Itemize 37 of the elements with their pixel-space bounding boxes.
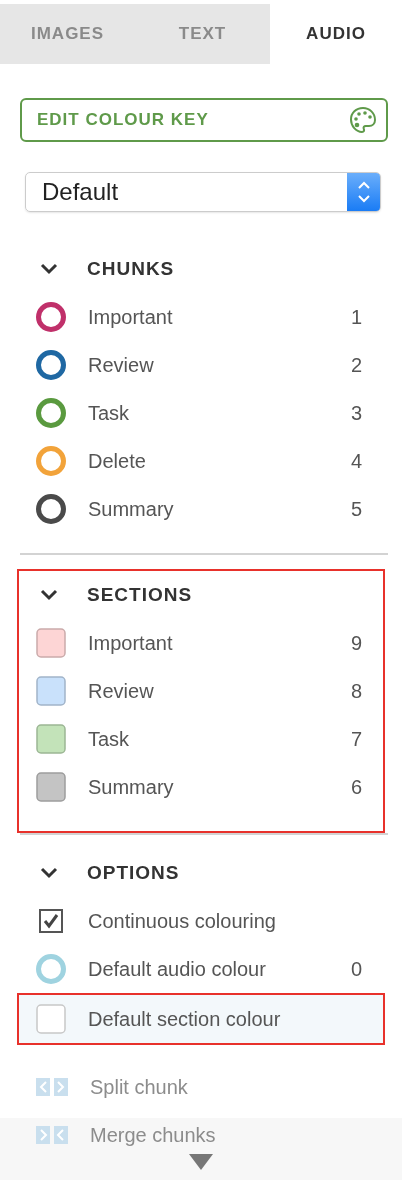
item-label: Review [88, 679, 155, 704]
down-triangle-icon[interactable] [189, 1154, 213, 1170]
chevron-icon[interactable] [39, 262, 59, 276]
item-label: Summary [88, 497, 175, 522]
tab[interactable]: IMAGES [0, 4, 135, 64]
checkbox[interactable] [36, 906, 66, 936]
item-label: Summary [88, 775, 175, 800]
count: 0 [350, 957, 362, 982]
chevron-icon[interactable] [39, 866, 59, 880]
count: 7 [350, 727, 362, 752]
count: 6 [350, 775, 362, 800]
section-heading: CHUNKS [87, 256, 175, 281]
palette-icon [348, 105, 378, 135]
count: 1 [350, 305, 362, 330]
section-heading: OPTIONS [87, 860, 180, 885]
item-label: Delete [88, 449, 147, 474]
section-heading: SECTIONS [87, 582, 193, 607]
item-label: Continuous colouring [88, 909, 277, 934]
item-label: Task [88, 401, 131, 426]
tab[interactable]: TEXT [135, 4, 270, 64]
count: 3 [350, 401, 362, 426]
item-label: Important [88, 631, 174, 656]
split-icon [36, 1078, 68, 1096]
updown-arrows-icon [356, 179, 371, 205]
item-label: Review [88, 353, 155, 378]
count: 2 [350, 353, 362, 378]
item-label: Default section colour [88, 1007, 282, 1032]
chevron-icon[interactable] [39, 588, 59, 602]
count: 8 [350, 679, 362, 704]
count: 9 [350, 631, 362, 656]
count: 5 [350, 497, 362, 522]
edit-colour-key-button[interactable]: EDIT COLOUR KEY [20, 98, 388, 142]
item-label: Default audio colour [88, 957, 267, 982]
item-label: Important [88, 305, 174, 330]
preset-select[interactable]: Default [25, 172, 381, 212]
count: 4 [350, 449, 362, 474]
item-label: Task [88, 727, 131, 752]
